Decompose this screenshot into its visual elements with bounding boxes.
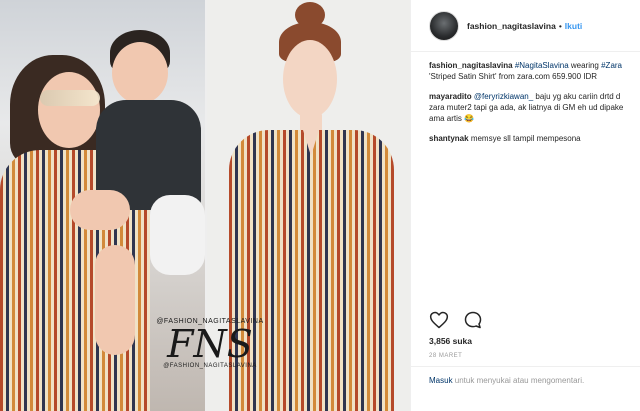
comment-mention[interactable]: @feryrizkiawan_ [474,92,533,101]
post-date: 28 MARET [429,353,463,359]
comment-username[interactable]: mayaradito [429,92,472,101]
caption-hashtag-nagita[interactable]: #NagitaSlavina [515,61,569,70]
heart-icon[interactable] [429,310,449,330]
caption: fashion_nagitaslavina #NagitaSlavina wea… [429,60,629,82]
instagram-post: @FASHION_NAGITASLAVINA FNS @FASHION_NAGI… [0,0,640,411]
caption-hashtag-zara[interactable]: #Zara [601,61,622,70]
comment-icon[interactable] [463,310,483,330]
post-media[interactable]: @FASHION_NAGITASLAVINA FNS @FASHION_NAGI… [0,0,410,411]
watermark-logo: FNS [167,322,253,366]
caption-username[interactable]: fashion_nagitaslavina [429,61,513,70]
comment-text: memsye sll tampil mempesona [470,134,581,143]
likes-count[interactable]: 3,856 suka [429,336,472,346]
login-prompt: Masuk untuk menyukai atau mengomentari. [411,366,640,386]
watermark: @FASHION_NAGITASLAVINA FNS @FASHION_NAGI… [150,318,270,369]
comment-item: mayaradito @feryrizkiawan_ baju yg aku c… [429,91,629,124]
follow-button[interactable]: Ikuti [565,21,582,31]
comment-username[interactable]: shantynak [429,134,469,143]
header-username[interactable]: fashion_nagitaslavina [467,21,556,31]
login-link[interactable]: Masuk [429,376,453,385]
comments-list: fashion_nagitaslavina #NagitaSlavina wea… [429,60,629,153]
action-bar [429,310,483,330]
avatar[interactable] [429,10,459,41]
separator-dot: • [558,20,562,31]
caption-text-1: wearing [568,61,602,70]
watermark-bottom-text: @FASHION_NAGITASLAVINA [163,363,257,369]
login-text: untuk menyukai atau mengomentari. [452,376,585,385]
caption-text-2: 'Striped Satin Shirt' from zara.com 659.… [429,72,598,81]
comment-item: shantynak memsye sll tampil mempesona [429,133,629,144]
post-header: fashion_nagitaslavina • Ikuti [411,0,640,52]
post-sidebar: fashion_nagitaslavina • Ikuti fashion_na… [410,0,640,411]
